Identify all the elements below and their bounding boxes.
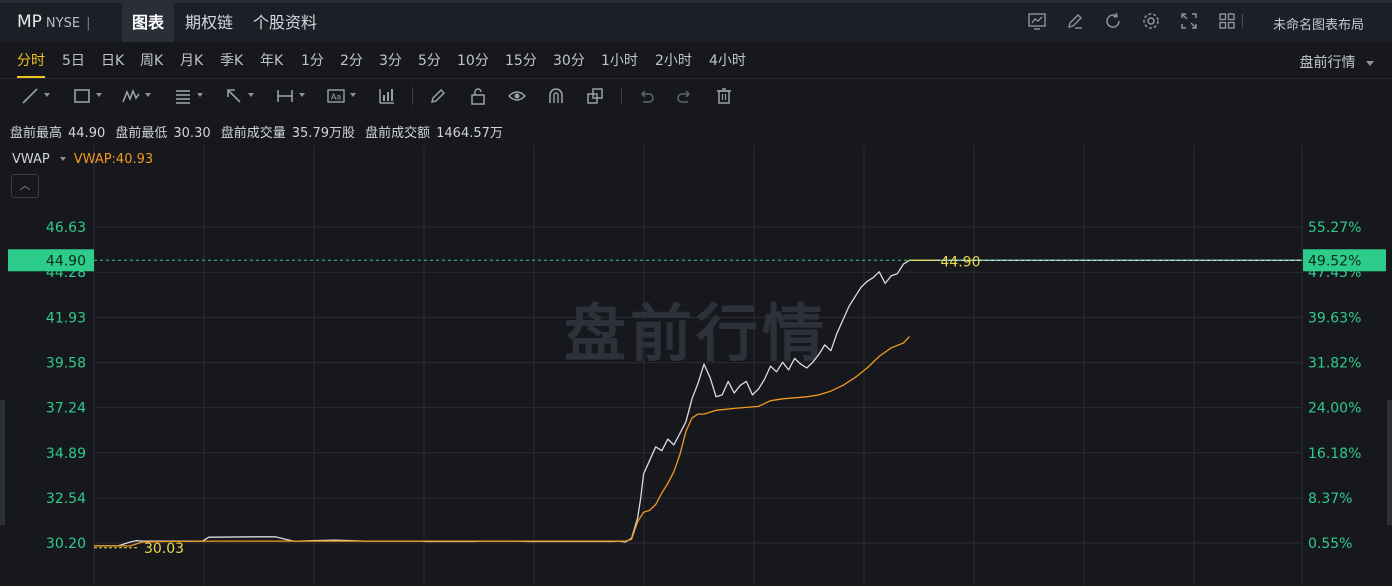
y-tick-label: 34.89 [46,446,86,462]
vwap-legend: VWAP VWAP:40.93 [12,152,153,167]
pct-tick-label: 16.18% [1308,446,1361,462]
y-tick-label: 41.93 [46,310,86,326]
caret-down-icon[interactable] [59,157,66,161]
pct-tick-label: 39.63% [1308,310,1361,326]
y-tick-label: 46.63 [46,220,86,236]
current-price-tag-text: 44.90 [46,253,86,269]
chart-watermark: 盘前行情 [564,297,828,370]
left-resize-handle[interactable] [0,400,5,525]
y-tick-label: 39.58 [46,356,86,372]
right-resize-handle[interactable] [1387,400,1392,525]
vwap-value: VWAP:40.93 [73,152,154,167]
pct-tick-label: 8.37% [1308,491,1352,507]
pct-tick-label: 24.00% [1308,401,1361,417]
y-tick-label: 37.24 [46,401,86,417]
price-chart[interactable]: 盘前行情 30.20 0.55% 32.54 8.37% 34.89 16.18% 37.24… [0,0,1392,586]
pct-tick-label: 31.82% [1308,356,1361,372]
current-pct-tag-text: 49.52% [1308,253,1361,269]
high-marker-label: 44.90 [940,254,980,270]
vwap-label[interactable]: VWAP [12,152,50,167]
collapse-button[interactable]: ︿ [11,174,39,198]
chevron-up-icon: ︿ [19,179,31,192]
low-marker-label: 30.03 [144,541,184,557]
pct-tick-label: 0.55% [1308,536,1352,552]
y-tick-label: 30.20 [46,536,86,552]
y-tick-label: 32.54 [46,491,86,507]
pct-tick-label: 55.27% [1308,220,1361,236]
